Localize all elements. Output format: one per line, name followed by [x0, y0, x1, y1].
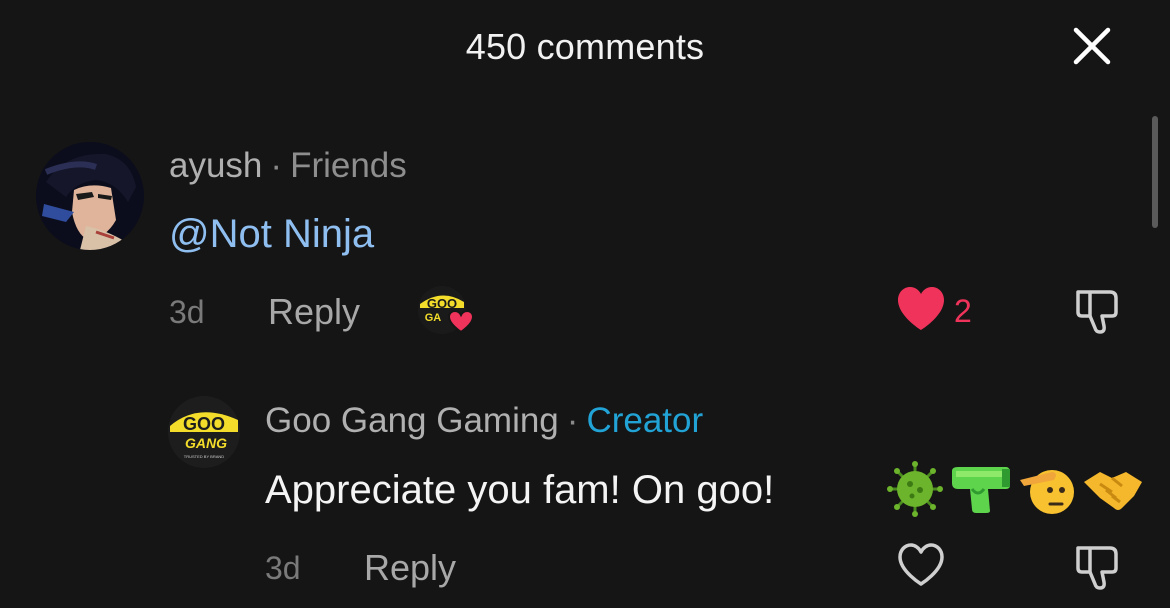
emoji-group: [886, 460, 1144, 518]
friends-label: Friends: [290, 146, 407, 185]
creator-liked-avatar: GOO GA: [418, 286, 474, 334]
creator-label: Creator: [586, 401, 704, 440]
saluting-face-emoji: [1020, 470, 1074, 514]
heart-outline-icon: [898, 543, 944, 586]
reply-button[interactable]: Reply: [268, 291, 360, 333]
svg-text:TRUSTED BY BRAND: TRUSTED BY BRAND: [184, 454, 224, 459]
comment-header: ayush · Friends: [169, 146, 407, 186]
comment-item: ayush · Friends @Not Ninja 3d Reply GOO GA…: [0, 0, 1170, 350]
svg-text:GANG: GANG: [185, 435, 227, 451]
comment-text[interactable]: Appreciate you fam! On goo!: [265, 468, 774, 513]
separator-dot: ·: [566, 401, 579, 440]
thumbs-down-icon: [1076, 290, 1118, 334]
avatar[interactable]: GOO GANG TRUSTED BY BRAND: [168, 396, 240, 468]
thumbs-down-icon: [1076, 546, 1118, 590]
comment-username[interactable]: ayush: [169, 146, 262, 185]
dislike-button[interactable]: [1074, 544, 1122, 590]
comment-username[interactable]: Goo Gang Gaming: [265, 401, 559, 440]
handshake-emoji: [1084, 472, 1142, 510]
anime-avatar-image: [36, 142, 144, 250]
svg-text:GOO: GOO: [427, 296, 457, 311]
like-count: 2: [954, 293, 972, 329]
dislike-button[interactable]: [1074, 288, 1122, 334]
like-button[interactable]: [896, 286, 946, 332]
comment-timestamp: 3d: [169, 294, 205, 330]
like-button[interactable]: [896, 542, 946, 588]
reply-button[interactable]: Reply: [364, 547, 456, 589]
svg-text:GOO: GOO: [183, 414, 225, 434]
avatar[interactable]: [36, 142, 144, 250]
heart-badge-icon: [448, 310, 474, 334]
reply-comment-item: GOO GANG TRUSTED BY BRAND Goo Gang Gamin…: [0, 380, 1170, 608]
separator-dot: ·: [270, 146, 283, 185]
microbe-emoji: [887, 461, 943, 517]
heart-filled-icon: [898, 287, 944, 330]
water-pistol-emoji: [952, 467, 1010, 513]
comment-timestamp: 3d: [265, 550, 301, 586]
goo-gang-logo-image: GOO GANG TRUSTED BY BRAND: [168, 396, 240, 468]
comment-text[interactable]: @Not Ninja: [169, 212, 374, 257]
comment-header: Goo Gang Gaming · Creator: [265, 401, 703, 441]
svg-text:GA: GA: [425, 312, 442, 324]
